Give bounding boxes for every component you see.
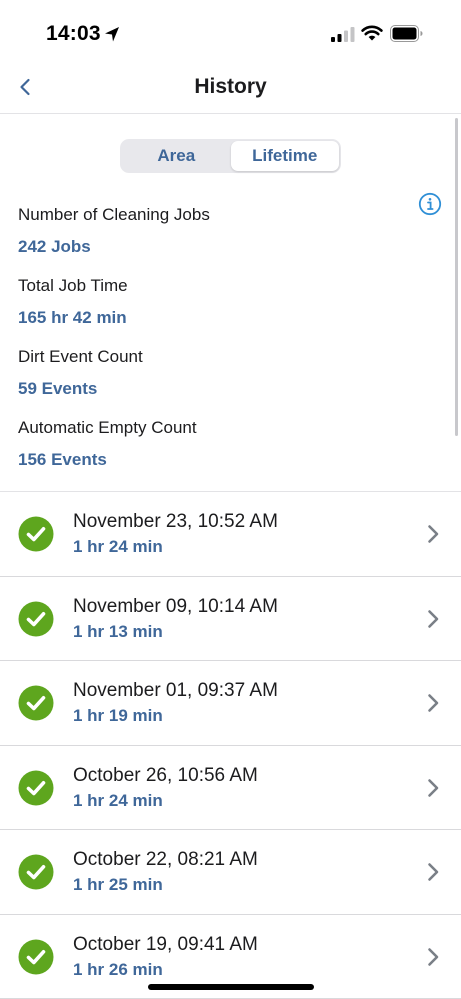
stat-total-job-time: Total Job Time 165 hr 42 min	[18, 276, 128, 328]
stat-value: 156 Events	[18, 450, 107, 469]
stat-cleaning-jobs: Number of Cleaning Jobs 242 Jobs	[18, 205, 210, 257]
home-indicator[interactable]	[148, 984, 314, 990]
job-date: October 19, 09:41 AM	[73, 933, 258, 955]
stat-value: 242 Jobs	[18, 237, 91, 256]
chevron-right-icon	[428, 609, 439, 628]
area-lifetime-segmented-control: Area Lifetime	[120, 139, 341, 173]
stat-label: Number of Cleaning Jobs	[18, 205, 210, 224]
status-bar: 14:03	[0, 0, 461, 62]
stat-label: Dirt Event Count	[18, 347, 143, 366]
checkmark-circle-icon	[18, 601, 54, 636]
tab-lifetime[interactable]: Lifetime	[230, 141, 339, 171]
checkmark-circle-icon	[18, 516, 54, 552]
job-date: October 26, 10:56 AM	[73, 764, 258, 786]
stat-value: 165 hr 42 min	[18, 308, 127, 327]
job-duration: 1 hr 24 min	[73, 537, 163, 556]
checkmark-circle-icon	[18, 770, 54, 805]
chevron-right-icon	[428, 863, 439, 881]
tab-area[interactable]: Area	[122, 141, 231, 171]
stat-dirt-event-count: Dirt Event Count 59 Events	[18, 347, 143, 399]
scroll-indicator[interactable]	[455, 118, 458, 436]
stat-value: 59 Events	[18, 379, 98, 398]
navigation-bar: History	[0, 62, 461, 114]
job-row[interactable]: October 22, 08:21 AM 1 hr 25 min	[0, 830, 461, 915]
battery-icon	[390, 25, 423, 42]
stat-label: Total Job Time	[18, 276, 128, 295]
info-icon[interactable]	[418, 192, 442, 216]
chevron-right-icon	[428, 525, 439, 543]
chevron-right-icon	[428, 947, 439, 966]
job-duration: 1 hr 19 min	[73, 706, 163, 725]
checkmark-circle-icon	[18, 854, 54, 890]
job-row[interactable]: October 26, 10:56 AM 1 hr 24 min	[0, 746, 461, 830]
page-title: History	[194, 75, 267, 98]
job-duration: 1 hr 24 min	[73, 790, 163, 810]
job-date: November 23, 10:52 AM	[73, 511, 278, 532]
job-duration: 1 hr 26 min	[73, 959, 163, 979]
cellular-signal-icon	[331, 27, 355, 42]
location-arrow-icon	[105, 27, 119, 42]
stat-label: Automatic Empty Count	[18, 418, 197, 437]
wifi-icon	[361, 25, 383, 41]
job-row[interactable]: November 23, 10:52 AM 1 hr 24 min	[0, 492, 461, 577]
job-date: November 01, 09:37 AM	[73, 680, 278, 701]
job-duration: 1 hr 25 min	[73, 875, 163, 894]
history-screen: 14:03 History Area Lifetime Number of Cl…	[0, 0, 461, 999]
job-duration: 1 hr 13 min	[73, 621, 163, 641]
job-history-list: November 23, 10:52 AM 1 hr 24 min Novemb…	[0, 491, 461, 999]
job-date: November 09, 10:14 AM	[73, 595, 278, 617]
chevron-right-icon	[428, 778, 439, 797]
checkmark-circle-icon	[18, 939, 54, 974]
job-row[interactable]: November 09, 10:14 AM 1 hr 13 min	[0, 577, 461, 661]
job-date: October 22, 08:21 AM	[73, 849, 258, 870]
stat-automatic-empty-count: Automatic Empty Count 156 Events	[18, 418, 197, 470]
job-row[interactable]: November 01, 09:37 AM 1 hr 19 min	[0, 661, 461, 746]
chevron-right-icon	[428, 694, 439, 712]
status-time: 14:03	[46, 22, 101, 45]
checkmark-circle-icon	[18, 685, 54, 721]
